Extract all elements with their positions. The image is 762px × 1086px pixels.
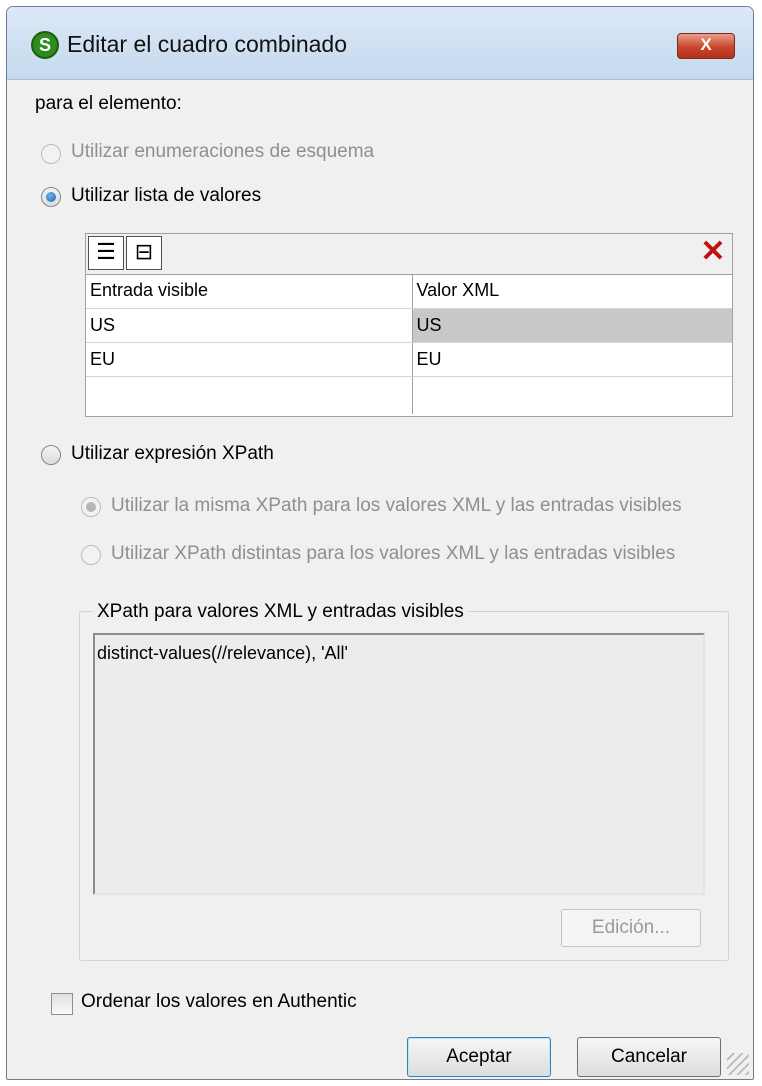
distinct-xpath-radio[interactable] xyxy=(81,545,101,565)
value-list-radio[interactable] xyxy=(41,187,61,207)
sort-values-label: Ordenar los valores en Authentic xyxy=(81,991,357,1012)
column-header-visible: Entrada visible xyxy=(86,274,413,309)
grid-toolbar: ☰ ⊟ ✕ xyxy=(86,234,732,275)
radio-selected-dot xyxy=(46,192,56,202)
xml-value-cell[interactable]: US xyxy=(412,308,732,343)
resize-grip-icon[interactable] xyxy=(727,1053,749,1075)
schema-enum-label: Utilizar enumeraciones de esquema xyxy=(71,141,375,162)
dialog-title: Editar el cuadro combinado xyxy=(67,31,347,57)
radio-selected-dot xyxy=(86,502,96,512)
distinct-xpath-label: Utilizar XPath distintas para los valore… xyxy=(111,543,676,564)
xml-value-cell[interactable]: EU xyxy=(412,342,732,377)
value-table: Entrada visible Valor XML US US EU EU xyxy=(86,274,732,414)
xpath-group-label: XPath para valores XML y entradas visibl… xyxy=(93,601,468,623)
same-xpath-radio[interactable] xyxy=(81,497,101,517)
value-list-grid: ☰ ⊟ ✕ Entrada visible Valor XML US US EU… xyxy=(85,233,733,417)
xpath-expression-field[interactable]: distinct-values(//relevance), 'All' xyxy=(93,633,705,895)
xpath-radio[interactable] xyxy=(41,445,61,465)
table-header-row: Entrada visible Valor XML xyxy=(86,274,732,309)
same-xpath-label: Utilizar la misma XPath para los valores… xyxy=(111,495,682,516)
table-row[interactable]: US US xyxy=(86,308,732,343)
combo-box-dialog: S Editar el cuadro combinado X para el e… xyxy=(6,6,754,1080)
delete-row-icon[interactable]: ✕ xyxy=(696,236,730,270)
close-button[interactable]: X xyxy=(677,33,735,59)
xpath-label: Utilizar expresión XPath xyxy=(71,443,274,464)
insert-row-icon[interactable]: ⊟ xyxy=(126,236,162,270)
sort-values-checkbox[interactable] xyxy=(51,993,73,1015)
cancel-button[interactable]: Cancelar xyxy=(577,1037,721,1077)
visible-entry-cell[interactable]: US xyxy=(86,308,413,343)
column-header-xml: Valor XML xyxy=(412,274,732,309)
element-label: para el elemento: xyxy=(35,93,182,114)
value-list-label: Utilizar lista de valores xyxy=(71,185,262,206)
visible-entry-cell[interactable]: EU xyxy=(86,342,413,377)
empty-cell[interactable] xyxy=(412,376,732,414)
title-bar[interactable]: S Editar el cuadro combinado X xyxy=(7,7,753,80)
app-logo-icon: S xyxy=(31,31,59,59)
edit-xpath-button[interactable]: Edición... xyxy=(561,909,701,947)
schema-enum-radio[interactable] xyxy=(41,144,61,164)
table-empty-row[interactable] xyxy=(86,376,732,414)
table-row[interactable]: EU EU xyxy=(86,342,732,377)
empty-cell[interactable] xyxy=(86,376,413,414)
append-row-icon[interactable]: ☰ xyxy=(88,236,124,270)
ok-button[interactable]: Aceptar xyxy=(407,1037,551,1077)
